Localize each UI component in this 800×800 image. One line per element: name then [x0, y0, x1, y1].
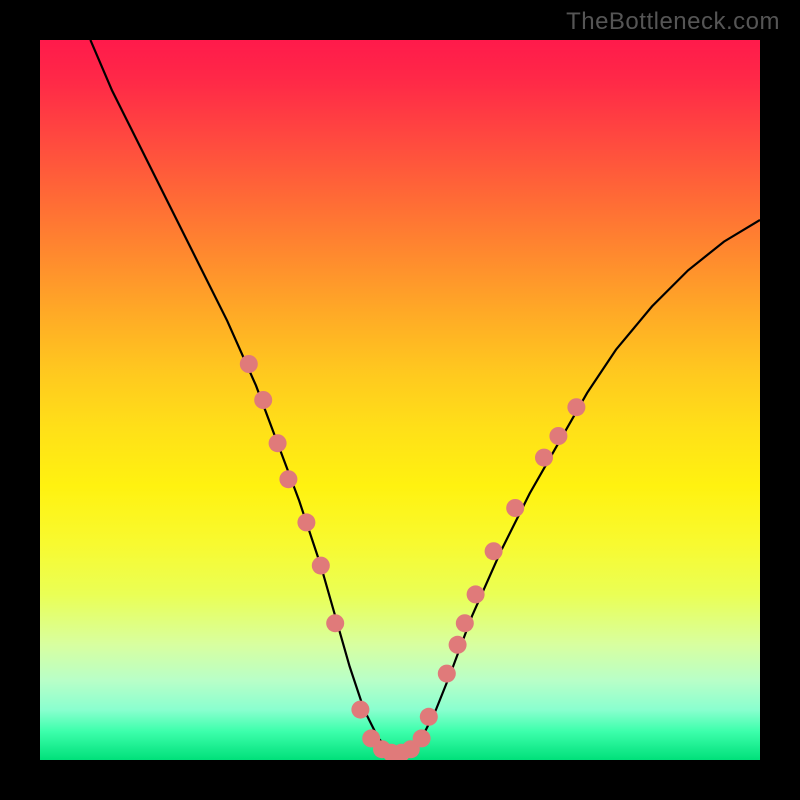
data-marker	[351, 701, 369, 719]
watermark-text: TheBottleneck.com	[566, 8, 780, 36]
data-marker	[549, 427, 567, 445]
data-marker	[413, 729, 431, 747]
data-marker	[297, 513, 315, 531]
data-marker	[240, 355, 258, 373]
data-marker	[449, 636, 467, 654]
chart-frame: TheBottleneck.com	[0, 0, 800, 800]
bottleneck-curve	[90, 40, 760, 753]
data-marker	[567, 398, 585, 416]
data-marker	[312, 557, 330, 575]
data-marker	[506, 499, 524, 517]
data-markers	[240, 355, 586, 760]
data-marker	[535, 449, 553, 467]
plot-area	[40, 40, 760, 760]
data-marker	[456, 614, 474, 632]
data-marker	[467, 585, 485, 603]
data-marker	[420, 708, 438, 726]
data-marker	[279, 470, 297, 488]
data-marker	[254, 391, 272, 409]
data-marker	[326, 614, 344, 632]
data-marker	[438, 665, 456, 683]
chart-svg	[40, 40, 760, 760]
data-marker	[485, 542, 503, 560]
data-marker	[269, 434, 287, 452]
